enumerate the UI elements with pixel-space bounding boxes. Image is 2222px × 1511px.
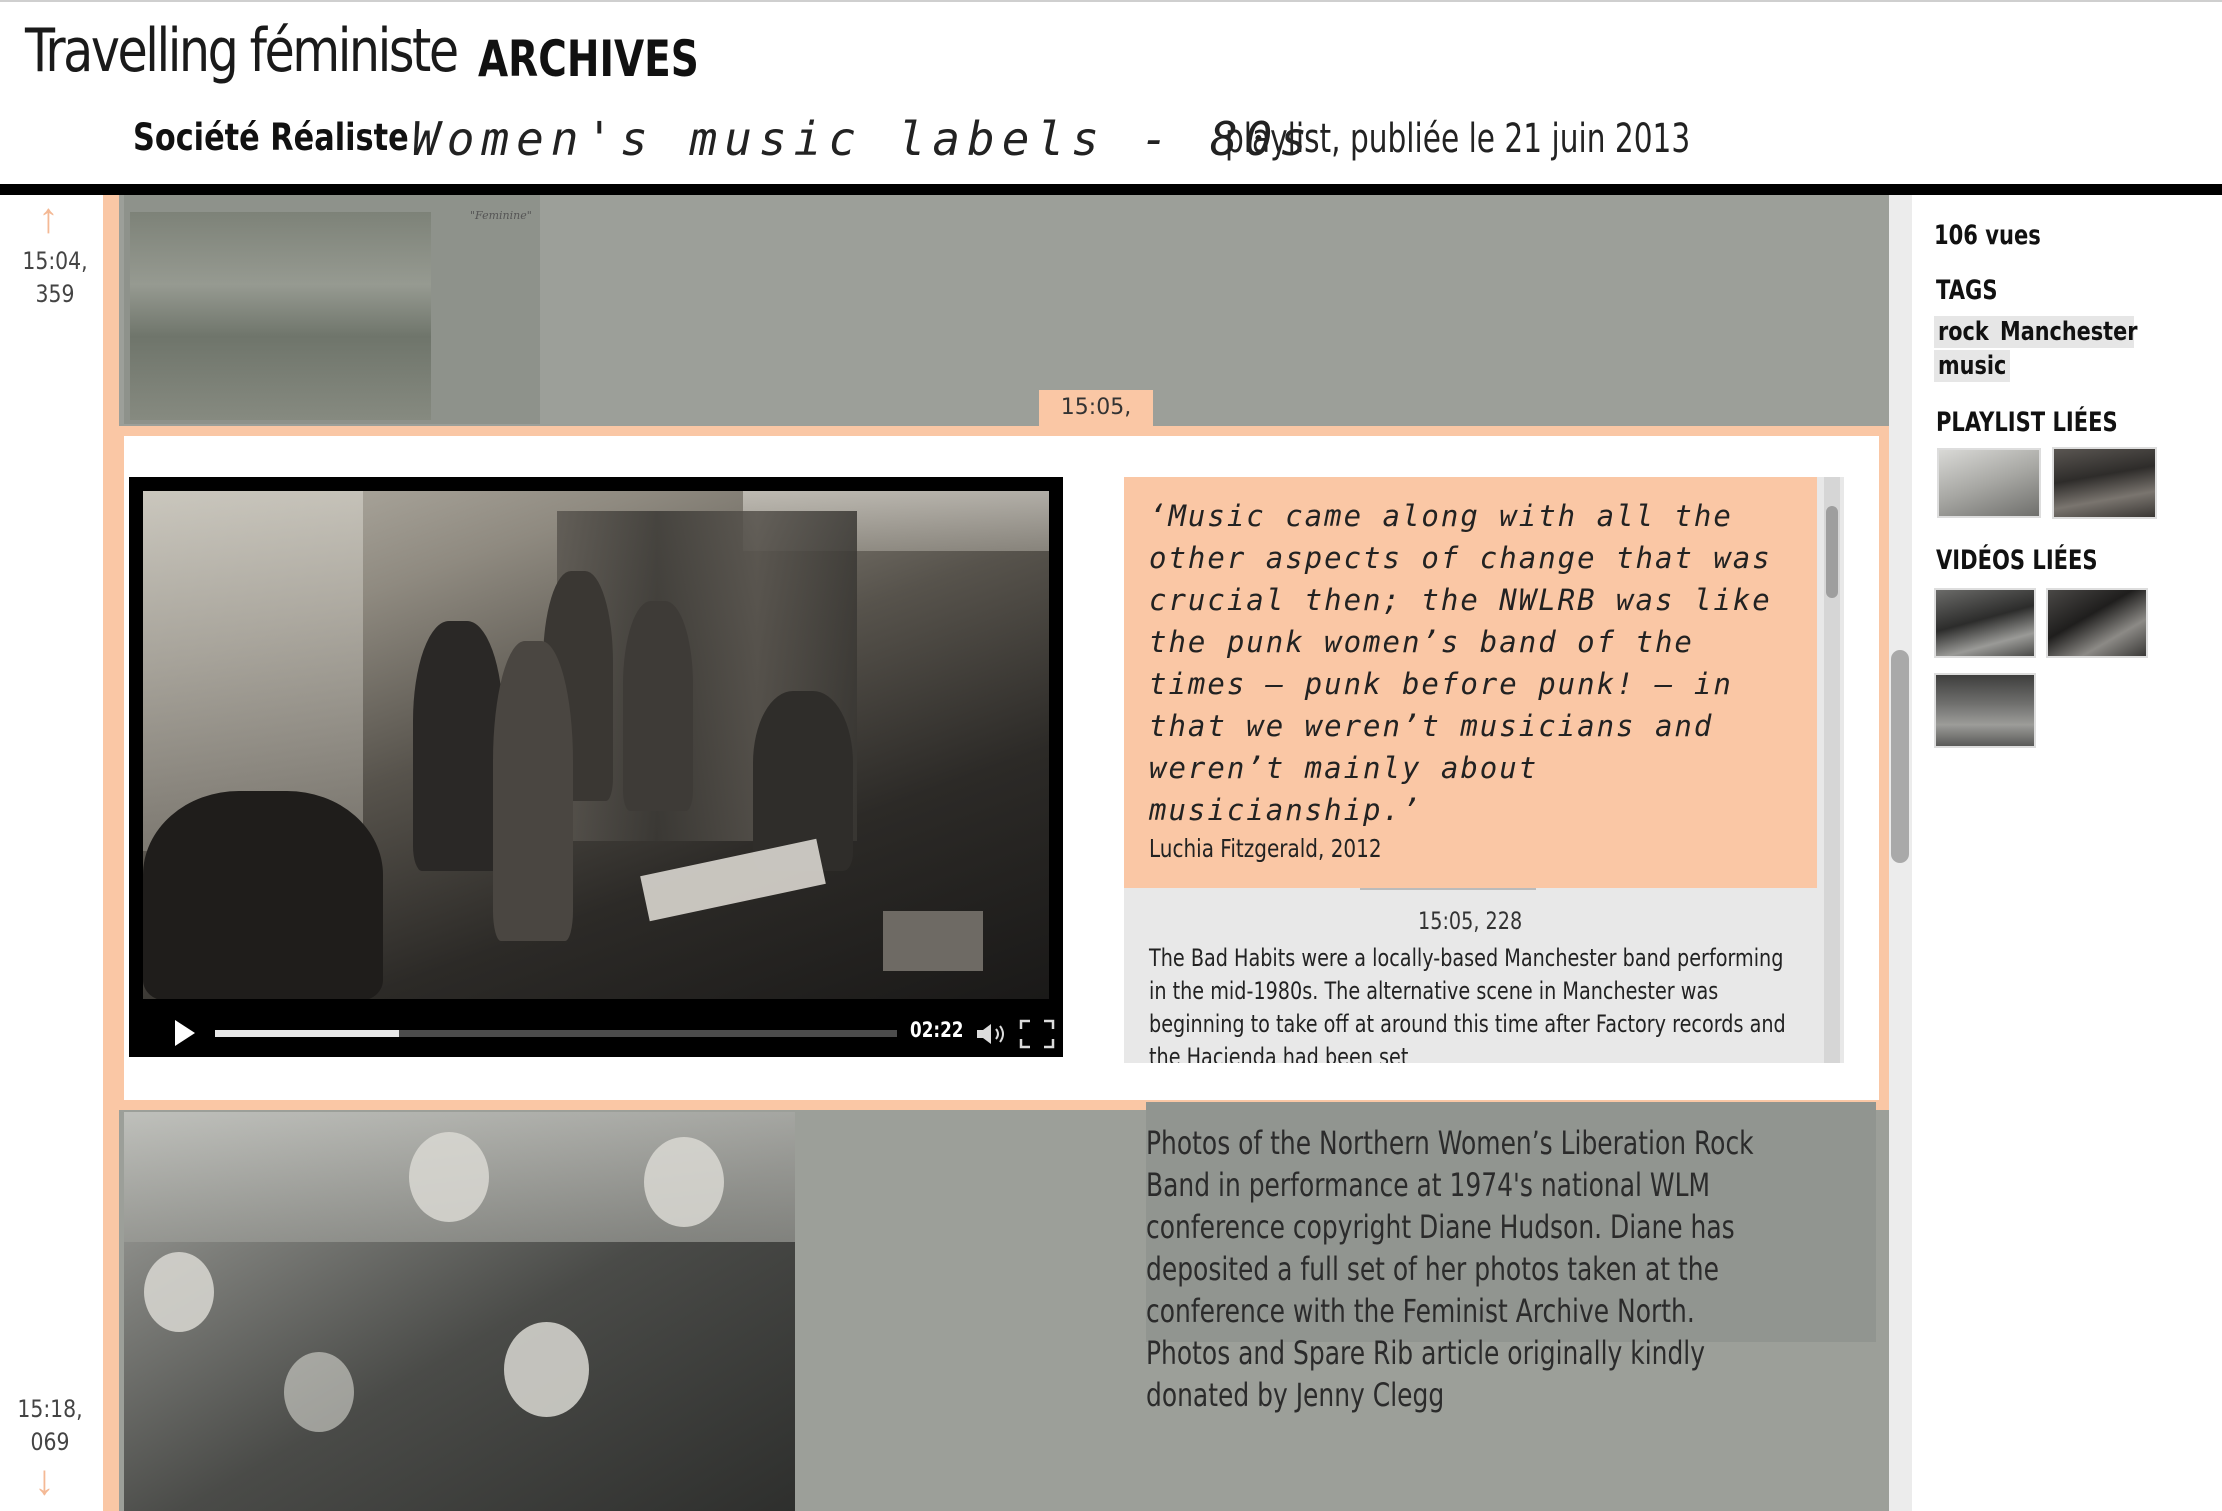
next-item-description: Photos of the Northern Women’s Liberatio… [1146, 1124, 1754, 1414]
main-scrollbar-thumb[interactable] [1891, 650, 1909, 863]
playlist-content: "Feminine" 15:05, 228 [119, 195, 1889, 1511]
timeline-top-time: 15:04, [22, 247, 88, 275]
active-item: 02:22 ‘Music came along with all the oth… [119, 426, 1889, 1110]
tag-music[interactable]: music [1934, 350, 2010, 382]
timeline-bar [103, 195, 119, 1511]
timeline-bottom-label[interactable]: 15:18, 069 [8, 1393, 93, 1459]
video-controls: 02:22 [129, 1007, 1063, 1057]
quote-author: Luchia Fitzgerald, 2012 [1149, 834, 1382, 863]
video-player[interactable]: 02:22 [129, 477, 1063, 1057]
tag-rock[interactable]: rock [1934, 316, 1996, 348]
nav-archives-link[interactable]: ARCHIVES [478, 30, 699, 88]
video-scene-figure [493, 641, 573, 941]
video-scene-figure [623, 601, 693, 811]
arrow-up-icon[interactable]: ↑ [38, 197, 59, 239]
timeline: ↑ 15:04, 359 15:18, 069 ↓ [0, 195, 103, 1511]
related-video-thumb[interactable] [1934, 588, 2036, 658]
timeline-bottom-ms: 069 [30, 1428, 70, 1456]
text-panel-time: 15:05, 228 [1124, 907, 1817, 935]
previous-item-caption: "Feminine" [470, 209, 532, 222]
next-image-figure [409, 1132, 489, 1222]
header-rule [0, 184, 2222, 195]
site-title[interactable]: Travelling féministe [25, 16, 459, 86]
related-playlists-heading: PLAYLIST LIÉES [1936, 407, 2118, 438]
timeline-bottom-time: 15:18, [17, 1395, 83, 1423]
next-image-figure [144, 1252, 214, 1332]
sidebar: 106 vues TAGS rock Manchester music PLAY… [1912, 195, 2222, 1511]
timeline-top-label[interactable]: 15:04, 359 [13, 245, 98, 311]
tag-manchester[interactable]: Manchester [1996, 316, 2138, 348]
video-progress-played [215, 1030, 400, 1037]
text-panel-scrollbar-thumb[interactable] [1826, 506, 1838, 598]
video-scene-figure [143, 791, 383, 999]
tag-label: music [1938, 351, 2007, 381]
video-scene-amp [883, 911, 983, 971]
publish-info: playlist, publiée le 21 juin 2013 [1225, 116, 1691, 162]
next-item-description-box: Photos of the Northern Women’s Liberatio… [1146, 1102, 1876, 1414]
video-scene-keyboard [640, 838, 826, 922]
related-video-thumb[interactable] [2046, 588, 2148, 658]
arrow-down-icon[interactable]: ↓ [34, 1459, 55, 1501]
previous-item[interactable]: "Feminine" [124, 195, 540, 424]
related-playlist-thumb[interactable] [1937, 448, 2041, 518]
timeline-top-ms: 359 [35, 280, 75, 308]
active-item-body: 02:22 ‘Music came along with all the oth… [124, 436, 1879, 1100]
tag-label: Manchester [2000, 317, 2138, 347]
related-video-thumb[interactable] [1934, 673, 2036, 748]
next-item-image[interactable] [124, 1112, 795, 1511]
tags-heading: TAGS [1936, 275, 1998, 306]
text-panel-divider [1360, 888, 1536, 890]
video-frame[interactable] [143, 491, 1049, 999]
volume-icon[interactable] [975, 1021, 1009, 1047]
text-panel-time-label: 15:05, 228 [1418, 907, 1523, 935]
play-icon[interactable] [175, 1020, 195, 1046]
view-count: 106 vues [1934, 220, 2041, 251]
playlist-title: Women's music labels - 80s [412, 112, 1315, 166]
related-videos-heading: VIDÉOS LIÉES [1936, 545, 2098, 576]
active-item-time-tab: 15:05, 228 [1039, 390, 1153, 456]
video-progress-bar[interactable] [215, 1030, 897, 1037]
item-text-panel[interactable]: ‘Music came along with all the other asp… [1124, 477, 1844, 1063]
next-image-figure [284, 1352, 354, 1432]
item-description: The Bad Habits were a locally-based Manc… [1149, 944, 1786, 1063]
video-time-display: 02:22 [910, 1018, 964, 1042]
fullscreen-icon[interactable] [1019, 1019, 1055, 1049]
previous-item-image [130, 212, 431, 420]
quote-text: ‘Music came along with all the other asp… [1149, 499, 1772, 827]
quote-box: ‘Music came along with all the other asp… [1124, 477, 1817, 888]
playlist-author[interactable]: Société Réaliste [133, 116, 409, 159]
related-playlist-thumb[interactable] [2052, 447, 2157, 519]
next-image-figure [644, 1137, 724, 1227]
tag-label: rock [1938, 317, 1989, 347]
next-image-figure [504, 1322, 589, 1417]
page-header: Travelling féministe ARCHIVES Société Ré… [0, 2, 2222, 184]
video-scene-figure [413, 621, 503, 871]
